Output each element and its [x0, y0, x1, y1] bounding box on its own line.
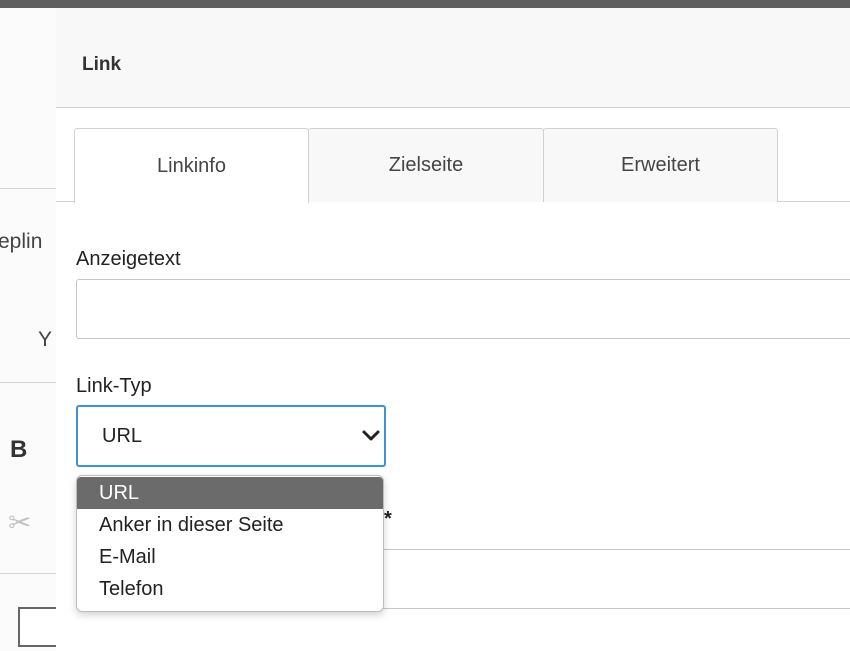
editor-background: eplin Y B ✂ [0, 8, 56, 651]
hidden-field-label: * [384, 508, 392, 530]
link-type-label: Link-Typ [76, 375, 152, 397]
tab-zielseite[interactable]: Zielseite [308, 128, 544, 202]
editor-divider [0, 573, 56, 574]
tab-linkinfo[interactable]: Linkinfo [74, 128, 309, 203]
link-type-dropdown: URL Anker in dieser Seite E-Mail Telefon [76, 475, 384, 612]
editor-divider [0, 188, 56, 189]
editor-content-box [18, 607, 58, 647]
chevron-down-icon [362, 430, 380, 441]
scissors-icon[interactable]: ✂ [8, 506, 31, 539]
dropdown-option-url[interactable]: URL [77, 477, 383, 509]
dialog-title: Link [82, 54, 122, 75]
link-dialog: Link Linkinfo Zielseite Erweitert Anzeig… [56, 8, 850, 651]
editor-partial-text: Y [38, 328, 53, 351]
editor-partial-text: eplin [0, 230, 43, 253]
dialog-header: Link [56, 8, 850, 108]
dropdown-option-email[interactable]: E-Mail [77, 541, 383, 573]
dropdown-option-anchor[interactable]: Anker in dieser Seite [77, 509, 383, 541]
link-type-selected-value: URL [102, 425, 143, 447]
display-text-label: Anzeigetext [76, 248, 181, 270]
bold-button[interactable]: B [10, 436, 27, 464]
editor-divider [0, 382, 56, 383]
display-text-input[interactable] [76, 279, 850, 339]
link-type-select[interactable]: URL [76, 405, 386, 467]
dropdown-option-phone[interactable]: Telefon [77, 573, 383, 605]
tab-erweitert[interactable]: Erweitert [543, 128, 778, 202]
backdrop-overlay [0, 0, 850, 8]
